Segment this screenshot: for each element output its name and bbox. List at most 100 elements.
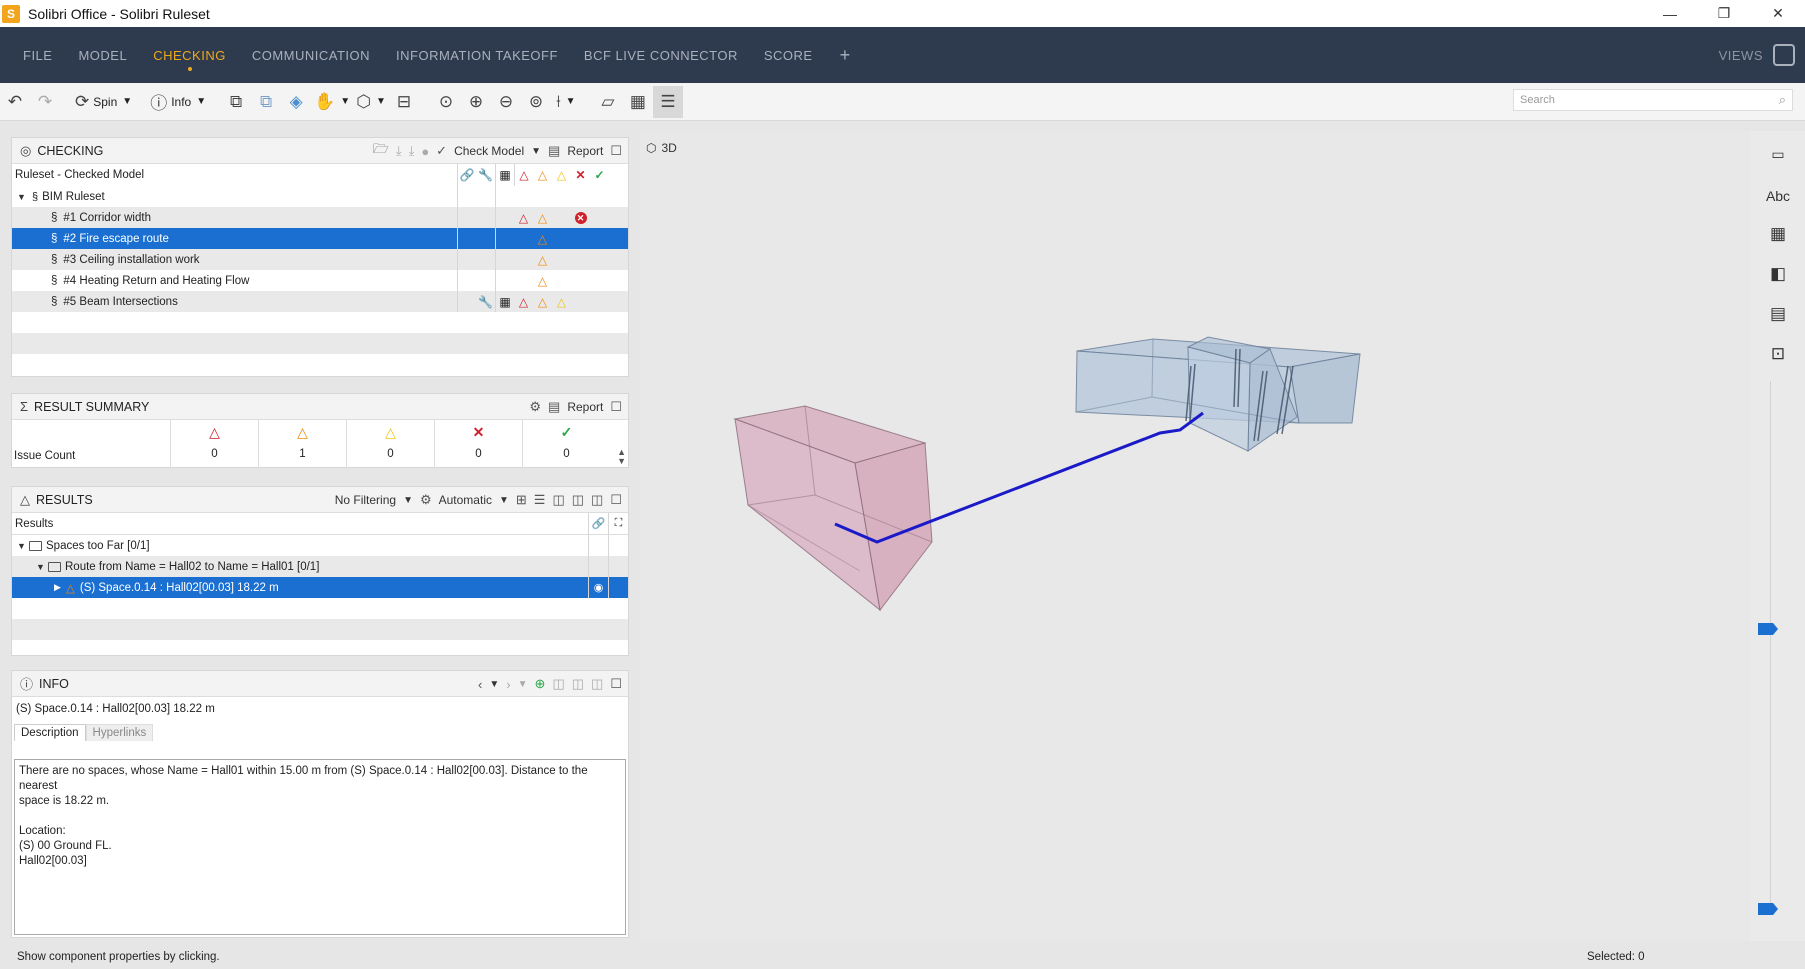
accepted-filter-icon[interactable]: ✓ xyxy=(590,164,609,186)
transparent-cubes-button[interactable]: ⧉ xyxy=(251,86,281,118)
add-info-icon[interactable]: ⊕ xyxy=(535,676,546,692)
home-views-icon[interactable] xyxy=(1773,44,1795,66)
view-cube-dropdown-icon[interactable]: ▼ xyxy=(376,96,386,107)
result-issue-row[interactable]: ▶ △ (S) Space.0.14 : Hall02[00.03] 18.22… xyxy=(12,577,628,598)
view-icon[interactable]: ◉ xyxy=(588,577,608,598)
low-filter-icon[interactable]: △ xyxy=(552,164,571,186)
ruleset-root[interactable]: ▼ § BIM Ruleset xyxy=(12,186,628,207)
menu-bcf-live-connector[interactable]: BCF LIVE CONNECTOR xyxy=(571,27,751,83)
undo-button[interactable]: ↶ xyxy=(0,86,30,118)
summary-scroll-icon[interactable]: ▲ ▼ xyxy=(617,448,626,466)
back-icon[interactable]: ‹ xyxy=(478,677,482,692)
forward-dropdown-icon[interactable]: ▼ xyxy=(518,679,528,690)
minimize-button[interactable]: — xyxy=(1643,0,1697,27)
menu-model[interactable]: MODEL xyxy=(65,27,140,83)
pdf-icon[interactable]: ▤ xyxy=(1765,301,1791,327)
info-dropdown-icon[interactable]: ▼ xyxy=(196,96,206,107)
settings-icon[interactable]: ⚙ xyxy=(529,399,541,415)
maximize-panel-icon[interactable]: ☐ xyxy=(610,143,622,159)
3d-viewport[interactable]: ⬡ 3D xyxy=(640,131,1750,941)
panel-toggle-icon[interactable]: ▭ xyxy=(1765,141,1791,167)
camera-remove-icon[interactable]: ◫ xyxy=(591,492,603,508)
3d-scene[interactable] xyxy=(640,131,1750,941)
result-category-row[interactable]: ▼ Spaces too Far [0/1] xyxy=(12,535,628,556)
maximize-button[interactable]: ❐ xyxy=(1697,0,1751,27)
rule-row[interactable]: § #5 Beam Intersections 🔧 ▦ △ △ △ xyxy=(12,291,628,312)
expand-toggle-icon[interactable]: ▶ xyxy=(54,582,66,593)
zoom-out-button[interactable]: ⊖ xyxy=(491,86,521,118)
spin-button[interactable]: ⟳ Spin ▼ xyxy=(72,86,135,118)
mode-dropdown[interactable]: Automatic xyxy=(439,493,492,507)
link-icon[interactable]: 🔗 xyxy=(588,513,608,534)
summary-report-button[interactable]: Report xyxy=(567,400,603,414)
tree-view-icon[interactable]: ⊞ xyxy=(516,492,527,508)
menu-checking[interactable]: CHECKING xyxy=(140,27,239,83)
rejected-filter-icon[interactable]: ✕ xyxy=(571,164,590,186)
save-icon[interactable]: ⤓ xyxy=(396,143,402,159)
tab-hyperlinks[interactable]: Hyperlinks xyxy=(85,724,154,741)
map-button[interactable]: ▦ xyxy=(623,86,653,118)
grid-icon[interactable]: ▦ xyxy=(1765,221,1791,247)
camera-icon[interactable]: ◫ xyxy=(552,492,564,508)
maximize-panel-icon[interactable]: ☐ xyxy=(610,676,622,692)
close-button[interactable]: ✕ xyxy=(1751,0,1805,27)
camera-add-icon[interactable]: ◫ xyxy=(572,676,584,692)
layers-button[interactable]: ☰ xyxy=(652,85,683,118)
check-model-button[interactable]: Check Model xyxy=(454,144,524,158)
timeline-marker-top[interactable] xyxy=(1758,623,1778,635)
section-box-button[interactable]: ⊟ xyxy=(389,86,419,118)
menu-communication[interactable]: COMMUNICATION xyxy=(239,27,383,83)
result-route-row[interactable]: ▼ Route from Name = Hall02 to Name = Hal… xyxy=(12,556,628,577)
forward-icon[interactable]: › xyxy=(506,677,510,692)
table-icon[interactable]: ▦ xyxy=(495,164,514,186)
camera-icon[interactable]: ◫ xyxy=(552,676,564,692)
filter-dropdown[interactable]: No Filtering xyxy=(335,493,396,507)
box-view-button[interactable]: ◈ xyxy=(281,86,311,118)
zoom-in-button[interactable]: ⊕ xyxy=(461,86,491,118)
search-input[interactable]: Search ⌕ xyxy=(1513,89,1793,111)
moderate-filter-icon[interactable]: △ xyxy=(533,164,552,186)
walk-button[interactable]: ✋ ▼ xyxy=(311,86,353,118)
rule-row-selected[interactable]: § #2 Fire escape route △ xyxy=(12,228,628,249)
timeline-marker-bottom[interactable] xyxy=(1758,903,1778,915)
history-dropdown-icon[interactable]: ▼ xyxy=(489,679,499,690)
lock-icon[interactable]: ⊡ xyxy=(1765,341,1791,367)
views-menu[interactable]: VIEWS xyxy=(1719,27,1763,83)
tab-description[interactable]: Description xyxy=(14,724,86,741)
expand-toggle-icon[interactable]: ▼ xyxy=(17,192,29,202)
measure-dropdown-icon[interactable]: ▼ xyxy=(566,96,576,107)
abc-annotation-icon[interactable]: Abc xyxy=(1765,183,1791,209)
list-view-icon[interactable]: ☰ xyxy=(534,492,546,508)
checking-report-button[interactable]: Report xyxy=(567,144,603,158)
camera-remove-icon[interactable]: ◫ xyxy=(591,676,603,692)
zoom-fit-button[interactable]: ⊙ xyxy=(431,86,461,118)
slice-button[interactable]: ▱ xyxy=(593,86,623,118)
walk-dropdown-icon[interactable]: ▼ xyxy=(340,96,350,107)
wrench-icon[interactable]: 🔧 xyxy=(476,164,495,186)
layout-icon[interactable]: ◧ xyxy=(1765,261,1791,287)
filter-dropdown-icon[interactable]: ▼ xyxy=(403,495,413,506)
model-tree-button[interactable]: ⧉ xyxy=(221,86,251,118)
search-icon[interactable]: ⌕ xyxy=(1779,92,1786,108)
camera-add-icon[interactable]: ◫ xyxy=(572,492,584,508)
view-cube-button[interactable]: ⬡ ▼ xyxy=(353,86,389,118)
menu-file[interactable]: FILE xyxy=(10,27,65,83)
mode-dropdown-icon[interactable]: ▼ xyxy=(499,495,509,506)
rule-row[interactable]: § #3 Ceiling installation work △ xyxy=(12,249,628,270)
link-icon[interactable]: 🔗 xyxy=(457,164,476,186)
rule-row[interactable]: § #4 Heating Return and Heating Flow △ xyxy=(12,270,628,291)
focus-icon[interactable]: ⛶ xyxy=(608,513,628,534)
measure-button[interactable]: ⟊ ▼ xyxy=(551,86,581,118)
rule-row[interactable]: § #1 Corridor width △ △ ✕ xyxy=(12,207,628,228)
zoom-selected-button[interactable]: ⊚ xyxy=(521,86,551,118)
menu-information-takeoff[interactable]: INFORMATION TAKEOFF xyxy=(383,27,571,83)
add-tab-button[interactable]: + xyxy=(826,45,865,66)
maximize-panel-icon[interactable]: ☐ xyxy=(610,492,622,508)
expand-toggle-icon[interactable]: ▼ xyxy=(36,562,48,572)
space-hall01[interactable] xyxy=(1075,336,1361,452)
info-button[interactable]: ⓘ Info ▼ xyxy=(147,86,209,118)
menu-score[interactable]: SCORE xyxy=(751,27,826,83)
download-icon[interactable]: ⤓ xyxy=(409,143,415,159)
space-hall02[interactable] xyxy=(733,405,933,612)
maximize-panel-icon[interactable]: ☐ xyxy=(610,399,622,415)
